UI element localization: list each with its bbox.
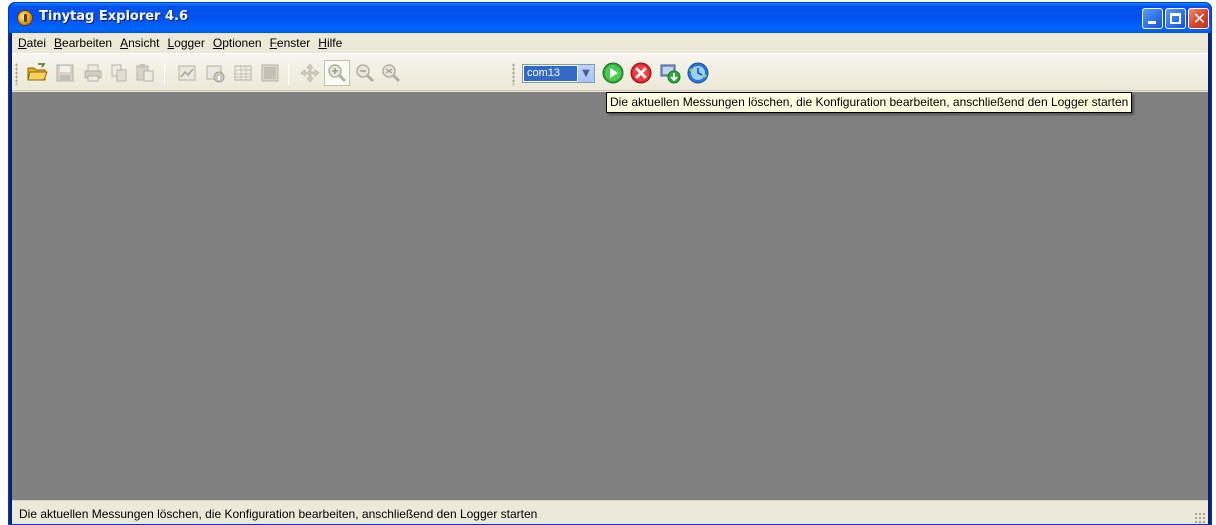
menu-fenster[interactable]: Fenster: [266, 36, 315, 50]
status-text: Die aktuellen Messungen löschen, die Kon…: [19, 507, 538, 521]
window-title: Tinytag Explorer 4.6: [39, 9, 189, 24]
app-window: Tinytag Explorer 4.6 ✕ Datei Bearbeiten …: [8, 2, 1212, 525]
zoom-out-icon[interactable]: [354, 62, 376, 84]
copy-icon[interactable]: [108, 62, 130, 84]
close-button[interactable]: ✕: [1188, 8, 1209, 29]
port-select-value: com13: [524, 66, 578, 81]
minimize-button[interactable]: [1142, 8, 1163, 29]
open-folder-icon[interactable]: [26, 62, 48, 84]
stop-logger-icon[interactable]: [630, 62, 652, 84]
menu-hilfe-accesskey: H: [318, 36, 327, 50]
menu-optionen[interactable]: Optionen: [209, 36, 266, 50]
toolbar-separator: [288, 63, 289, 85]
title-bar[interactable]: Tinytag Explorer 4.6 ✕: [9, 3, 1211, 33]
save-icon[interactable]: [54, 62, 76, 84]
status-bar: Die aktuellen Messungen löschen, die Kon…: [12, 500, 1208, 524]
menu-fenster-accesskey: F: [269, 36, 277, 50]
minimize-icon: [1148, 21, 1156, 24]
menu-datei-accesskey: D: [18, 36, 27, 50]
menu-ansicht[interactable]: Ansicht: [116, 36, 163, 50]
port-select[interactable]: com13 ▼: [522, 64, 595, 83]
resize-grip[interactable]: [1194, 512, 1206, 524]
toolbar-separator: [164, 63, 165, 85]
menu-datei[interactable]: Datei: [14, 36, 50, 50]
zoom-in-icon[interactable]: [324, 60, 350, 86]
menu-optionen-accesskey: O: [212, 36, 223, 50]
menu-bearbeiten[interactable]: Bearbeiten: [50, 36, 116, 50]
toolbar-grip[interactable]: [512, 63, 515, 85]
tooltip: Die aktuellen Messungen löschen, die Kon…: [606, 92, 1133, 113]
chevron-down-icon[interactable]: ▼: [577, 65, 594, 82]
menu-ansicht-accesskey: A: [120, 36, 129, 50]
chart-icon[interactable]: [176, 62, 198, 84]
workspace-area[interactable]: [12, 92, 1208, 500]
maximize-icon: [1170, 13, 1181, 24]
start-logger-icon[interactable]: [602, 62, 624, 84]
maximize-button[interactable]: [1165, 8, 1186, 29]
app-icon[interactable]: [17, 10, 33, 26]
summary-icon[interactable]: [259, 62, 281, 84]
info-icon[interactable]: [204, 62, 226, 84]
zoom-reset-icon[interactable]: [380, 62, 402, 84]
table-icon[interactable]: [232, 62, 254, 84]
toolbar: com13 ▼: [12, 53, 1208, 91]
menu-hilfe[interactable]: Hilfe: [314, 36, 346, 50]
menu-logger[interactable]: Logger: [163, 36, 208, 50]
toolbar-grip[interactable]: [15, 63, 18, 85]
close-icon: ✕: [1192, 9, 1207, 28]
paste-icon[interactable]: [134, 62, 156, 84]
clock-icon[interactable]: [687, 62, 709, 84]
menu-bearbeiten-accesskey: B: [54, 36, 63, 50]
pan-icon[interactable]: [299, 62, 321, 84]
menu-logger-accesskey: L: [167, 36, 175, 50]
download-icon[interactable]: [659, 62, 681, 84]
print-icon[interactable]: [82, 62, 104, 84]
menu-bar: Datei Bearbeiten Ansicht Logger Optionen…: [12, 33, 1208, 53]
